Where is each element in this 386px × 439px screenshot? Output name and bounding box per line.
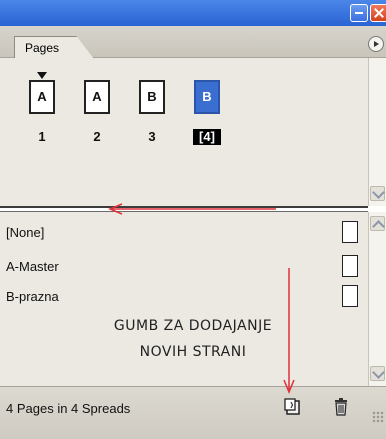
page-number-3: 3 bbox=[148, 129, 156, 144]
resize-grip-icon[interactable] bbox=[372, 411, 384, 423]
page-thumbnail-4[interactable]: B bbox=[194, 80, 220, 114]
master-label: A-Master bbox=[6, 259, 59, 274]
master-label: [None] bbox=[6, 225, 45, 240]
master-label: B-prazna bbox=[6, 289, 59, 304]
page-number-2: 2 bbox=[93, 129, 101, 144]
tab-pages[interactable]: Pages bbox=[14, 36, 94, 59]
page-number-1: 1 bbox=[38, 129, 46, 144]
status-bar: 4 Pages in 4 Spreads bbox=[0, 386, 386, 439]
master-item-b-prazna[interactable]: B-prazna bbox=[0, 282, 368, 312]
tab-row: Pages bbox=[0, 26, 386, 59]
master-thumbnail bbox=[342, 255, 358, 277]
pages-pane: A A B B 1 2 3 [4] bbox=[0, 58, 368, 206]
master-item-a-master[interactable]: A-Master bbox=[0, 252, 368, 282]
current-page-marker-icon bbox=[37, 72, 47, 79]
scroll-up-icon[interactable] bbox=[370, 216, 385, 231]
title-bar bbox=[0, 0, 386, 26]
status-text: 4 Pages in 4 Spreads bbox=[6, 401, 131, 416]
pages-panel-window: Pages A A B B 1 2 3 [4] [None] A-Master … bbox=[0, 0, 386, 439]
page-number-4: [4] bbox=[193, 129, 221, 145]
pages-scrollbar[interactable] bbox=[368, 58, 386, 206]
scroll-down-icon[interactable] bbox=[370, 186, 385, 201]
panel-menu-icon[interactable] bbox=[368, 36, 384, 52]
new-page-icon[interactable] bbox=[282, 396, 304, 418]
page-thumbnail-1[interactable]: A bbox=[29, 80, 55, 114]
close-icon[interactable] bbox=[370, 4, 386, 22]
master-thumbnail bbox=[342, 221, 358, 243]
minimize-icon[interactable] bbox=[350, 4, 368, 22]
page-thumbnail-3[interactable]: B bbox=[139, 80, 165, 114]
scroll-down-icon[interactable] bbox=[370, 366, 385, 381]
annotation-line-1: GUMB ZA DODAJANJE bbox=[113, 318, 273, 334]
master-item-none[interactable]: [None] bbox=[0, 218, 368, 248]
master-thumbnail bbox=[342, 285, 358, 307]
trash-icon[interactable] bbox=[330, 396, 352, 418]
page-thumbnail-2[interactable]: A bbox=[84, 80, 110, 114]
annotation-line-2: NOVIH STRANI bbox=[139, 344, 247, 360]
